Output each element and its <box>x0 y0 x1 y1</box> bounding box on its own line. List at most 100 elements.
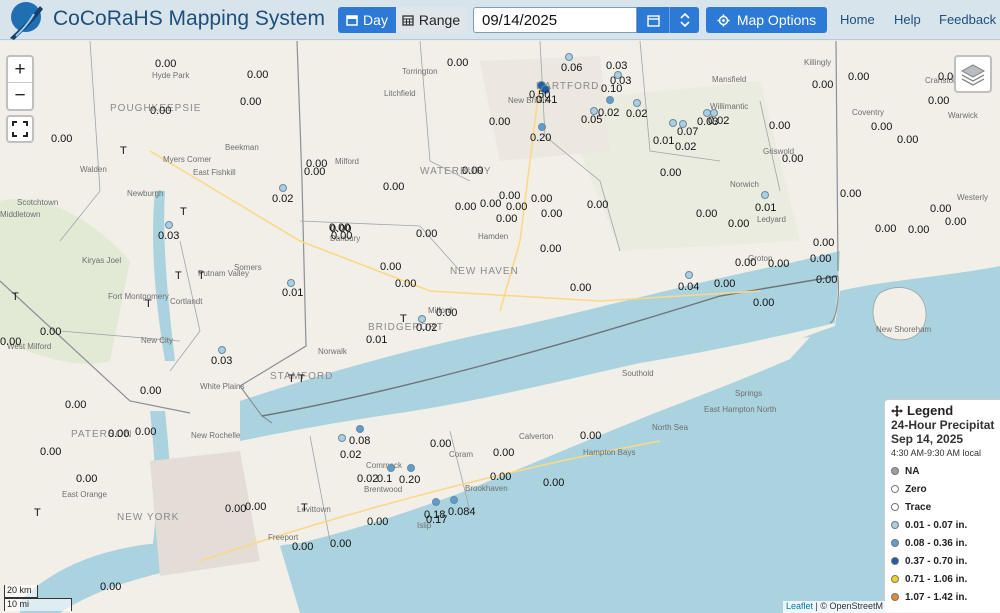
station-marker[interactable] <box>407 464 415 472</box>
app-header: CoCoRaHS Mapping System Day Range Map Op… <box>0 0 1000 40</box>
station-value: T <box>145 298 152 310</box>
legend-swatch <box>891 503 899 511</box>
station-marker[interactable] <box>356 425 364 433</box>
station-value: 0.03 <box>211 355 233 367</box>
station-marker[interactable] <box>538 123 546 131</box>
nav-home-link[interactable]: Home <box>840 12 875 27</box>
place-label: Fort Montgomery <box>108 292 169 301</box>
station-marker[interactable] <box>338 434 346 442</box>
station-value: 0.00 <box>728 218 750 230</box>
station-value: 0.00 <box>436 307 458 319</box>
osm-attribution[interactable]: | © OpenStreetM <box>816 601 884 611</box>
fullscreen-button[interactable] <box>6 115 34 143</box>
station-value: 0.10 <box>601 83 623 95</box>
station-value: 0.084 <box>448 506 476 518</box>
station-marker[interactable] <box>669 119 677 127</box>
legend-item: 0.01 - 0.07 in. <box>891 516 1000 534</box>
legend-label: 0.08 - 0.36 in. <box>905 537 968 549</box>
place-label: Norwich <box>730 180 759 189</box>
station-value: 0.00 <box>848 71 870 83</box>
station-value: 0.01 <box>653 135 675 147</box>
precipitation-map[interactable]: Torrington Litchfield HARTFORD New Brita… <box>0 41 1000 613</box>
station-value: T <box>400 313 407 325</box>
day-button[interactable]: Day <box>338 7 396 33</box>
station-marker[interactable] <box>432 498 440 506</box>
station-value: 0.00 <box>380 261 402 273</box>
legend-item: 0.71 - 1.06 in. <box>891 570 1000 588</box>
station-value: T <box>12 291 19 303</box>
station-value: T <box>288 373 295 385</box>
station-marker[interactable] <box>165 221 173 229</box>
place-label: Ledyard <box>757 215 786 224</box>
station-value: 0.00 <box>245 501 267 513</box>
scale-km: 20 km <box>4 585 38 598</box>
station-value: 0.00 <box>908 224 930 236</box>
station-value: T <box>298 373 305 385</box>
place-label: Cortlandt <box>170 297 203 306</box>
station-value: 0.00 <box>782 153 804 165</box>
station-value: 0.00 <box>395 278 417 290</box>
legend-swatch <box>891 593 899 601</box>
move-icon[interactable] <box>891 404 903 417</box>
station-value: 0.00 <box>812 79 834 91</box>
place-label: White Plains <box>200 382 245 391</box>
station-value: 0.00 <box>65 399 87 411</box>
place-label: Hampton Bays <box>583 448 636 457</box>
station-value: 0.01 <box>755 202 777 214</box>
station-value: 0.06 <box>561 62 583 74</box>
station-value: 0.07 <box>677 126 699 138</box>
station-value: 0.00 <box>493 447 515 459</box>
legend-swatch <box>891 539 899 547</box>
place-label: Walden <box>80 165 107 174</box>
station-value: T <box>198 270 205 282</box>
station-value: 0.00 <box>813 237 835 249</box>
legend-swatch <box>891 575 899 583</box>
map-legend: Legend 24-Hour Precipitat Sep 14, 2025 4… <box>884 399 1000 613</box>
place-label: Warwick <box>948 111 978 120</box>
station-marker[interactable] <box>287 279 295 287</box>
map-options-button[interactable]: Map Options <box>706 7 827 33</box>
station-value: 0.00 <box>580 430 602 442</box>
layers-button[interactable] <box>954 55 992 93</box>
chevron-up-icon[interactable] <box>679 12 690 20</box>
station-marker[interactable] <box>450 496 458 504</box>
station-value: 0.00 <box>247 69 269 81</box>
station-marker[interactable] <box>218 346 226 354</box>
nav-help-link[interactable]: Help <box>894 12 921 27</box>
station-marker[interactable] <box>279 184 287 192</box>
nav-feedback-link[interactable]: Feedback <box>939 12 996 27</box>
station-marker[interactable] <box>606 96 614 104</box>
station-marker[interactable] <box>761 191 769 199</box>
leaflet-link[interactable]: Leaflet <box>786 601 813 611</box>
place-label: Torrington <box>402 67 438 76</box>
station-value: 0.00 <box>587 199 609 211</box>
chevron-down-icon[interactable] <box>679 20 690 28</box>
station-marker[interactable] <box>633 99 641 107</box>
station-value: 0.02 <box>357 473 379 485</box>
station-value: 0.02 <box>708 115 730 127</box>
station-value: 0.00 <box>0 336 22 348</box>
place-label: New City <box>141 336 174 345</box>
date-picker-button[interactable] <box>637 7 669 33</box>
station-value: 0.00 <box>506 201 528 213</box>
station-value: 0.00 <box>543 477 565 489</box>
station-value: 0.00 <box>225 503 247 515</box>
legend-label: Zero <box>905 483 927 495</box>
station-marker[interactable] <box>387 464 395 472</box>
place-label: Litchfield <box>384 89 416 98</box>
station-value: 0.00 <box>816 274 838 286</box>
station-marker[interactable] <box>685 271 693 279</box>
date-stepper[interactable] <box>669 7 699 33</box>
zoom-out-button[interactable]: − <box>8 83 32 109</box>
zoom-control: + − <box>6 55 34 111</box>
station-value: 0.00 <box>810 253 832 265</box>
legend-item: 0.37 - 0.70 in. <box>891 552 1000 570</box>
legend-swatch <box>891 485 899 493</box>
range-button[interactable]: Range <box>396 7 466 33</box>
zoom-in-button[interactable]: + <box>8 57 32 83</box>
legend-title[interactable]: Legend <box>891 403 1000 418</box>
station-value: 0.00 <box>875 223 897 235</box>
place-label: Southold <box>622 369 654 378</box>
station-marker[interactable] <box>565 53 573 61</box>
date-input[interactable] <box>473 7 637 33</box>
